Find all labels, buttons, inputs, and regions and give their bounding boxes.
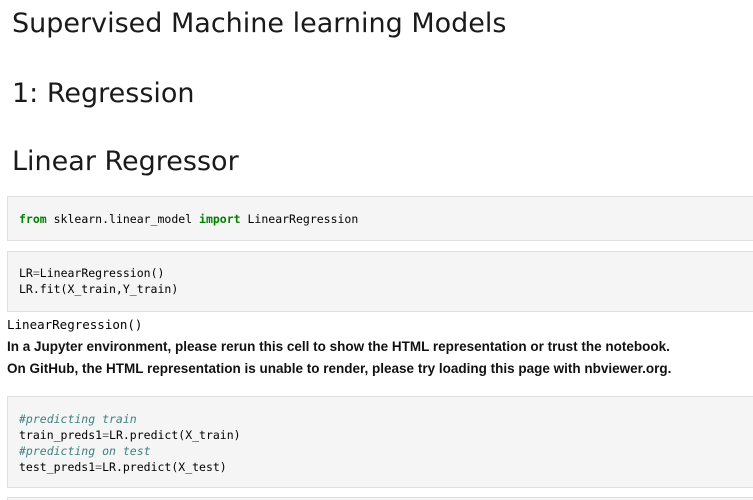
operator: = (32, 266, 40, 280)
code-cell-fit[interactable]: LR=LinearRegression() LR.fit(X_train,Y_t… (7, 251, 753, 312)
code-line: LR=LinearRegression() (19, 265, 753, 281)
code-token: LR.predict(X_train) (109, 428, 241, 442)
code-token: LR (19, 266, 33, 280)
code-line: LR.fit(X_train,Y_train) (19, 282, 179, 296)
code-token: train_preds1 (19, 428, 103, 442)
cell-output: LinearRegression() In a Jupyter environm… (7, 316, 747, 378)
section-heading-regression: 1: Regression (12, 78, 195, 109)
code-comment: #predicting on test (19, 444, 151, 458)
code-comment: #predicting train (19, 412, 137, 426)
keyword-from: from (19, 212, 47, 226)
code-token: test_preds1 (19, 460, 96, 474)
code-token: LinearRegression() (39, 266, 165, 280)
code-cell-predict[interactable]: #predicting train train_preds1=LR.predic… (7, 396, 753, 488)
notebook-title: Supervised Machine learning Models (12, 8, 507, 39)
output-repr: LinearRegression() (7, 317, 143, 332)
code-cell-import[interactable]: from sklearn.linear_model import LinearR… (7, 196, 753, 241)
module-name: sklearn.linear_model (46, 212, 200, 226)
imported-name: LinearRegression (240, 212, 359, 226)
subsection-heading-linear-regressor: Linear Regressor (12, 146, 239, 177)
code-line: test_preds1=LR.predict(X_test) (19, 459, 753, 475)
keyword-import: import (199, 212, 241, 226)
operator: = (102, 428, 110, 442)
output-github-note: On GitHub, the HTML representation is un… (7, 361, 672, 376)
code-line: train_preds1=LR.predict(X_train) (19, 427, 753, 443)
code-line: from sklearn.linear_model import LinearR… (19, 211, 753, 227)
code-token: LR.predict(X_test) (102, 460, 227, 474)
output-jupyter-note: In a Jupyter environment, please rerun t… (7, 339, 670, 354)
